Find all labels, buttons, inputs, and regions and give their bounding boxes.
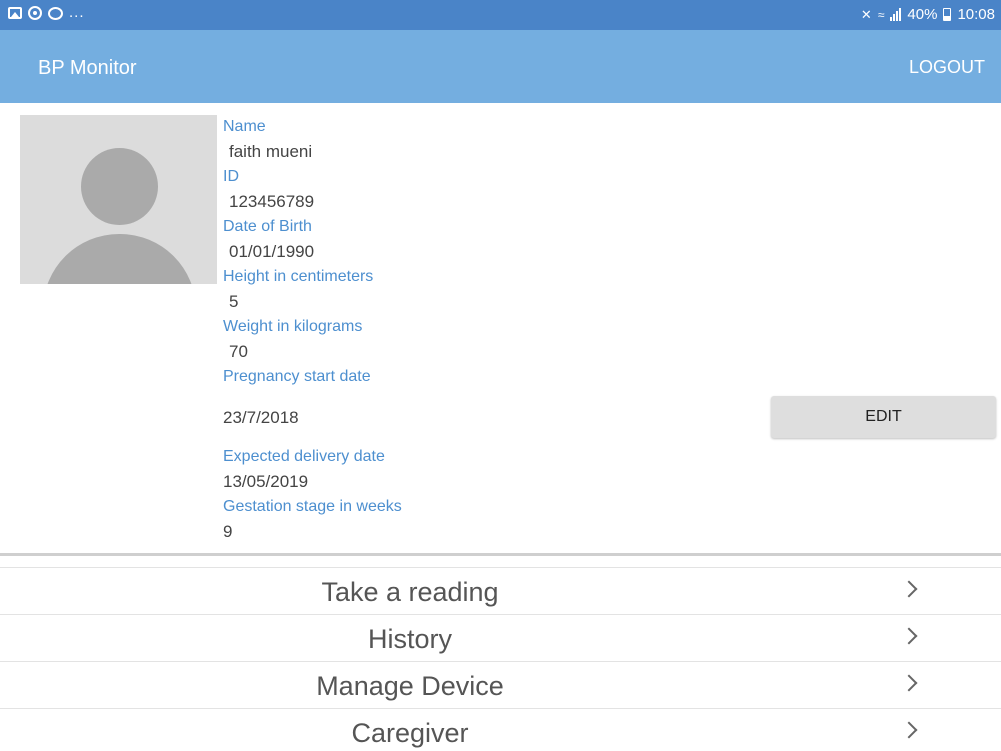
avatar-head bbox=[81, 148, 158, 225]
id-label: ID bbox=[223, 168, 239, 185]
pregnancy-start-label: Pregnancy start date bbox=[223, 368, 371, 385]
signal-icon bbox=[890, 8, 902, 21]
menu-item-history[interactable]: History bbox=[0, 614, 1001, 661]
chevron-right-icon bbox=[900, 580, 918, 598]
id-value: 123456789 bbox=[229, 192, 315, 211]
menu-item-label: Manage Device bbox=[316, 671, 504, 701]
status-bar: ... ✕ ≈ 40% 10:08 bbox=[0, 0, 1001, 30]
avatar-shoulders bbox=[43, 234, 196, 284]
chat-icon bbox=[48, 6, 63, 20]
chrome-icon bbox=[28, 6, 42, 20]
chevron-right-icon bbox=[900, 674, 918, 692]
menu-item-label: Take a reading bbox=[321, 577, 499, 607]
gestation-label: Gestation stage in weeks bbox=[223, 498, 402, 515]
app-bar: BP Monitor LOGOUT bbox=[0, 30, 1001, 103]
logout-button[interactable]: LOGOUT bbox=[909, 57, 985, 78]
mute-icon: ✕ bbox=[860, 6, 872, 22]
height-value: 5 bbox=[229, 292, 239, 311]
menu-item-manage-device[interactable]: Manage Device bbox=[0, 661, 1001, 708]
status-time: 10:08 bbox=[957, 6, 995, 23]
weight-value: 70 bbox=[229, 342, 248, 361]
status-bar-right: ✕ ≈ 40% 10:08 bbox=[861, 6, 995, 23]
name-label: Name bbox=[223, 118, 266, 135]
app-title: BP Monitor bbox=[38, 57, 137, 79]
more-notifications: ... bbox=[69, 4, 85, 21]
weight-label: Weight in kilograms bbox=[223, 318, 363, 335]
edit-button[interactable]: EDIT bbox=[771, 396, 996, 438]
expected-delivery-value: 13/05/2019 bbox=[223, 472, 309, 491]
battery-icon bbox=[943, 8, 952, 21]
gestation-value: 9 bbox=[223, 522, 233, 541]
menu-item-label: History bbox=[367, 624, 452, 654]
dob-value: 01/01/1990 bbox=[229, 242, 315, 261]
profile-avatar bbox=[20, 115, 217, 284]
chevron-right-icon bbox=[900, 721, 918, 739]
battery-percent: 40% bbox=[907, 6, 938, 23]
chevron-right-icon bbox=[900, 627, 918, 645]
expected-delivery-label: Expected delivery date bbox=[223, 448, 385, 465]
dob-label: Date of Birth bbox=[223, 218, 312, 235]
height-label: Height in centimeters bbox=[223, 268, 374, 285]
status-bar-left: ... bbox=[8, 4, 85, 21]
menu-item-take-reading[interactable]: Take a reading bbox=[0, 567, 1001, 614]
menu-item-label: Caregiver bbox=[351, 718, 469, 748]
image-icon bbox=[8, 7, 22, 19]
pregnancy-start-value: 23/7/2018 bbox=[223, 408, 299, 427]
wifi-icon: ≈ bbox=[877, 7, 885, 22]
name-value: faith mueni bbox=[229, 142, 313, 161]
menu-item-caregiver[interactable]: Caregiver bbox=[0, 708, 1001, 751]
